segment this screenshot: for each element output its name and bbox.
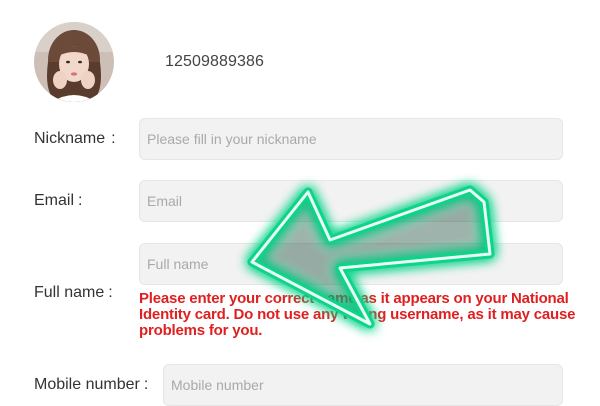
mobile-label: Mobile number: [34,376,148,394]
nickname-label: Nickname: [34,130,116,148]
nickname-label-text: Nickname [34,130,106,147]
mobile-input[interactable] [164,365,562,405]
email-label: Email: [34,192,82,210]
avatar-image [34,22,114,102]
phone-number: 12509889386 [165,53,264,70]
mobile-label-colon: : [143,376,149,393]
mobile-label-text: Mobile number [34,376,140,393]
email-label-colon: : [78,192,83,209]
email-field-box [139,180,563,222]
full-name-label-colon: : [108,284,113,301]
full-name-label: Full name: [34,284,113,302]
nickname-input[interactable] [140,119,562,159]
email-input[interactable] [140,181,562,221]
nickname-label-colon: : [111,130,116,147]
full-name-warning: Please enter your correct name as it app… [139,290,576,339]
nickname-field-box [139,118,563,160]
full-name-field-box [139,243,563,285]
avatar[interactable] [34,22,114,102]
full-name-label-text: Full name [34,284,105,301]
full-name-input[interactable] [140,244,562,284]
email-label-text: Email [34,192,75,209]
